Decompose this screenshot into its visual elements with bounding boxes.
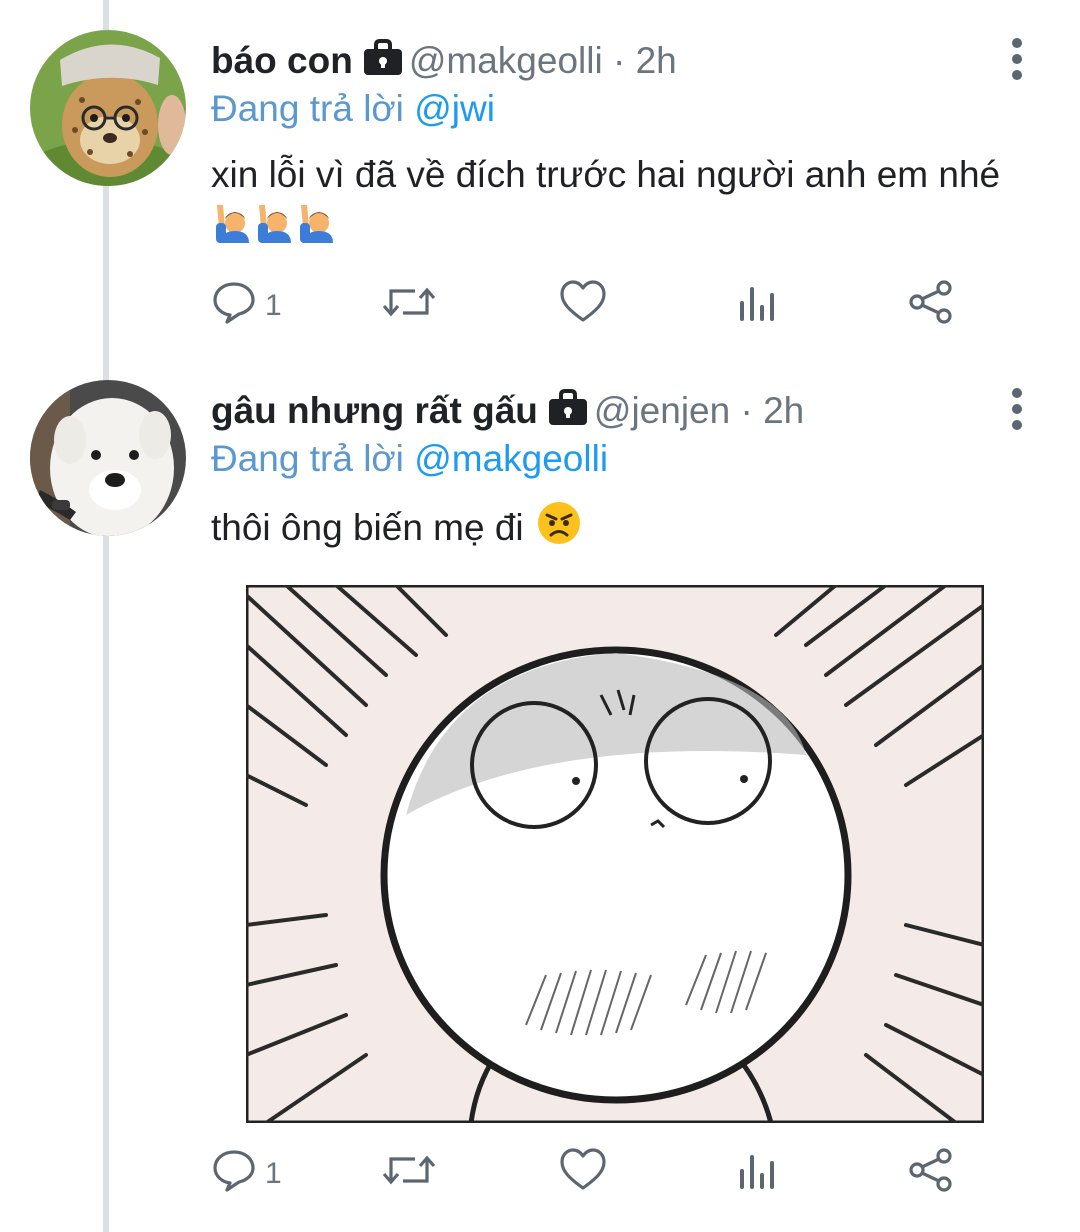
more-options-icon[interactable]: [1004, 36, 1030, 106]
like-button[interactable]: [559, 276, 615, 336]
timestamp[interactable]: 2h: [636, 40, 677, 81]
analytics-button[interactable]: [737, 1144, 777, 1204]
reply-prefix: Đang trả lời: [211, 438, 404, 479]
reply-count: 1: [265, 1157, 282, 1190]
heart-icon: [559, 1147, 607, 1201]
more-options-icon[interactable]: [1004, 386, 1030, 456]
reply-context: Đang trả lời @jwi: [211, 86, 495, 132]
retweet-icon: [381, 279, 437, 333]
tweet-text: thôi ông biến mẹ đi: [211, 500, 1031, 559]
person-raising-hand-icon: [255, 203, 295, 256]
lock-icon: [548, 389, 588, 438]
person-raising-hand-icon: [297, 203, 337, 256]
tweet-header: báo con @makgeolli · 2h: [211, 38, 677, 88]
retweet-button[interactable]: [381, 276, 445, 336]
tweet-media-image[interactable]: [246, 585, 984, 1123]
reply-mention-link[interactable]: @jwi: [414, 88, 495, 129]
avatar[interactable]: [30, 380, 186, 536]
avatar[interactable]: [30, 30, 186, 186]
share-button[interactable]: [907, 276, 955, 336]
display-name[interactable]: báo con: [211, 40, 353, 81]
person-raising-hand-icon: [213, 203, 253, 256]
share-icon: [907, 1147, 955, 1201]
analytics-icon: [737, 1147, 777, 1201]
action-bar: 1: [211, 1144, 971, 1204]
reply-button[interactable]: 1: [211, 276, 282, 336]
tweet-text-body: thôi ông biến mẹ đi: [211, 507, 524, 548]
action-bar: 1: [211, 276, 971, 336]
tweet-text: xin lỗi vì đã về đích trước hai người an…: [211, 150, 1031, 256]
reply-context: Đang trả lời @makgeolli: [211, 436, 608, 482]
reply-icon: [211, 1147, 257, 1201]
tweet-text-body: xin lỗi vì đã về đích trước hai người an…: [211, 154, 1001, 195]
angry-face-icon: [536, 500, 582, 559]
lock-icon: [363, 39, 403, 88]
handle[interactable]: @jenjen: [594, 390, 730, 431]
display-name[interactable]: gâu nhưng rất gấu: [211, 390, 538, 431]
reply-icon: [211, 279, 257, 333]
analytics-icon: [737, 279, 777, 333]
tweet-header: gâu nhưng rất gấu @jenjen · 2h: [211, 388, 804, 438]
share-button[interactable]: [907, 1144, 955, 1204]
reply-mention-link[interactable]: @makgeolli: [414, 438, 608, 479]
timestamp[interactable]: 2h: [763, 390, 804, 431]
retweet-button[interactable]: [381, 1144, 445, 1204]
reply-prefix: Đang trả lời: [211, 88, 404, 129]
handle[interactable]: @makgeolli: [409, 40, 603, 81]
tweet-1[interactable]: báo con @makgeolli · 2h Đang trả lời @jwi…: [0, 0, 1080, 360]
analytics-button[interactable]: [737, 276, 777, 336]
heart-icon: [559, 279, 607, 333]
like-button[interactable]: [559, 1144, 615, 1204]
retweet-icon: [381, 1147, 437, 1201]
reply-button[interactable]: 1: [211, 1144, 282, 1204]
reply-count: 1: [265, 289, 282, 322]
separator-dot: ·: [740, 390, 753, 431]
share-icon: [907, 279, 955, 333]
separator-dot: ·: [612, 40, 626, 81]
